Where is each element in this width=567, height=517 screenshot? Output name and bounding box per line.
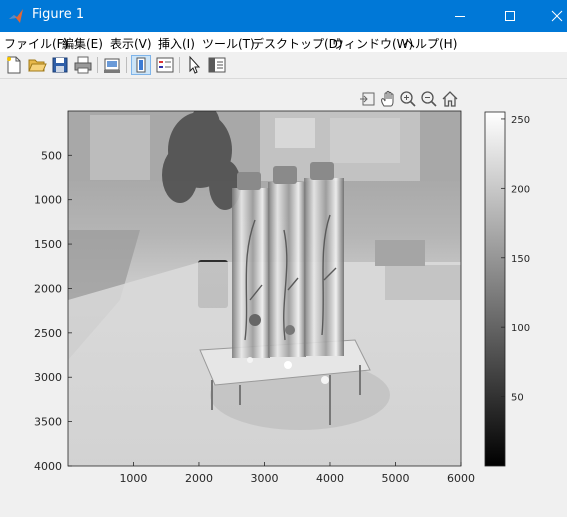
colorbar-tick-label: 50 <box>511 393 524 404</box>
colorbar-tick-label: 200 <box>511 184 530 195</box>
y-tick-label: 500 <box>41 149 62 162</box>
y-tick-label: 1500 <box>34 238 62 251</box>
y-tick-label: 2500 <box>34 327 62 340</box>
grayscale-image <box>68 111 461 466</box>
colorbar-tick-label: 100 <box>511 323 530 334</box>
colorbar-tick-label: 150 <box>511 254 530 265</box>
x-tick-label: 3000 <box>250 472 278 485</box>
y-tick-label: 3500 <box>34 416 62 429</box>
y-tick-label: 1000 <box>34 194 62 207</box>
x-tick-label: 6000 <box>447 472 475 485</box>
x-tick-label: 1000 <box>119 472 147 485</box>
y-tick-label: 4000 <box>34 460 62 473</box>
figure-canvas: 1000 2000 3000 4000 5000 6000 500 1000 1500 2000… <box>34 110 530 485</box>
x-tick-label: 5000 <box>381 472 409 485</box>
x-tick-label: 2000 <box>185 472 213 485</box>
y-tick-label: 3000 <box>34 371 62 384</box>
colorbar-tick-label: 250 <box>511 115 530 126</box>
x-tick-label: 4000 <box>316 472 344 485</box>
y-axis: 500 1000 1500 2000 2500 3000 3500 4000 <box>34 149 72 473</box>
y-tick-label: 2000 <box>34 282 62 295</box>
colorbar <box>484 111 506 467</box>
